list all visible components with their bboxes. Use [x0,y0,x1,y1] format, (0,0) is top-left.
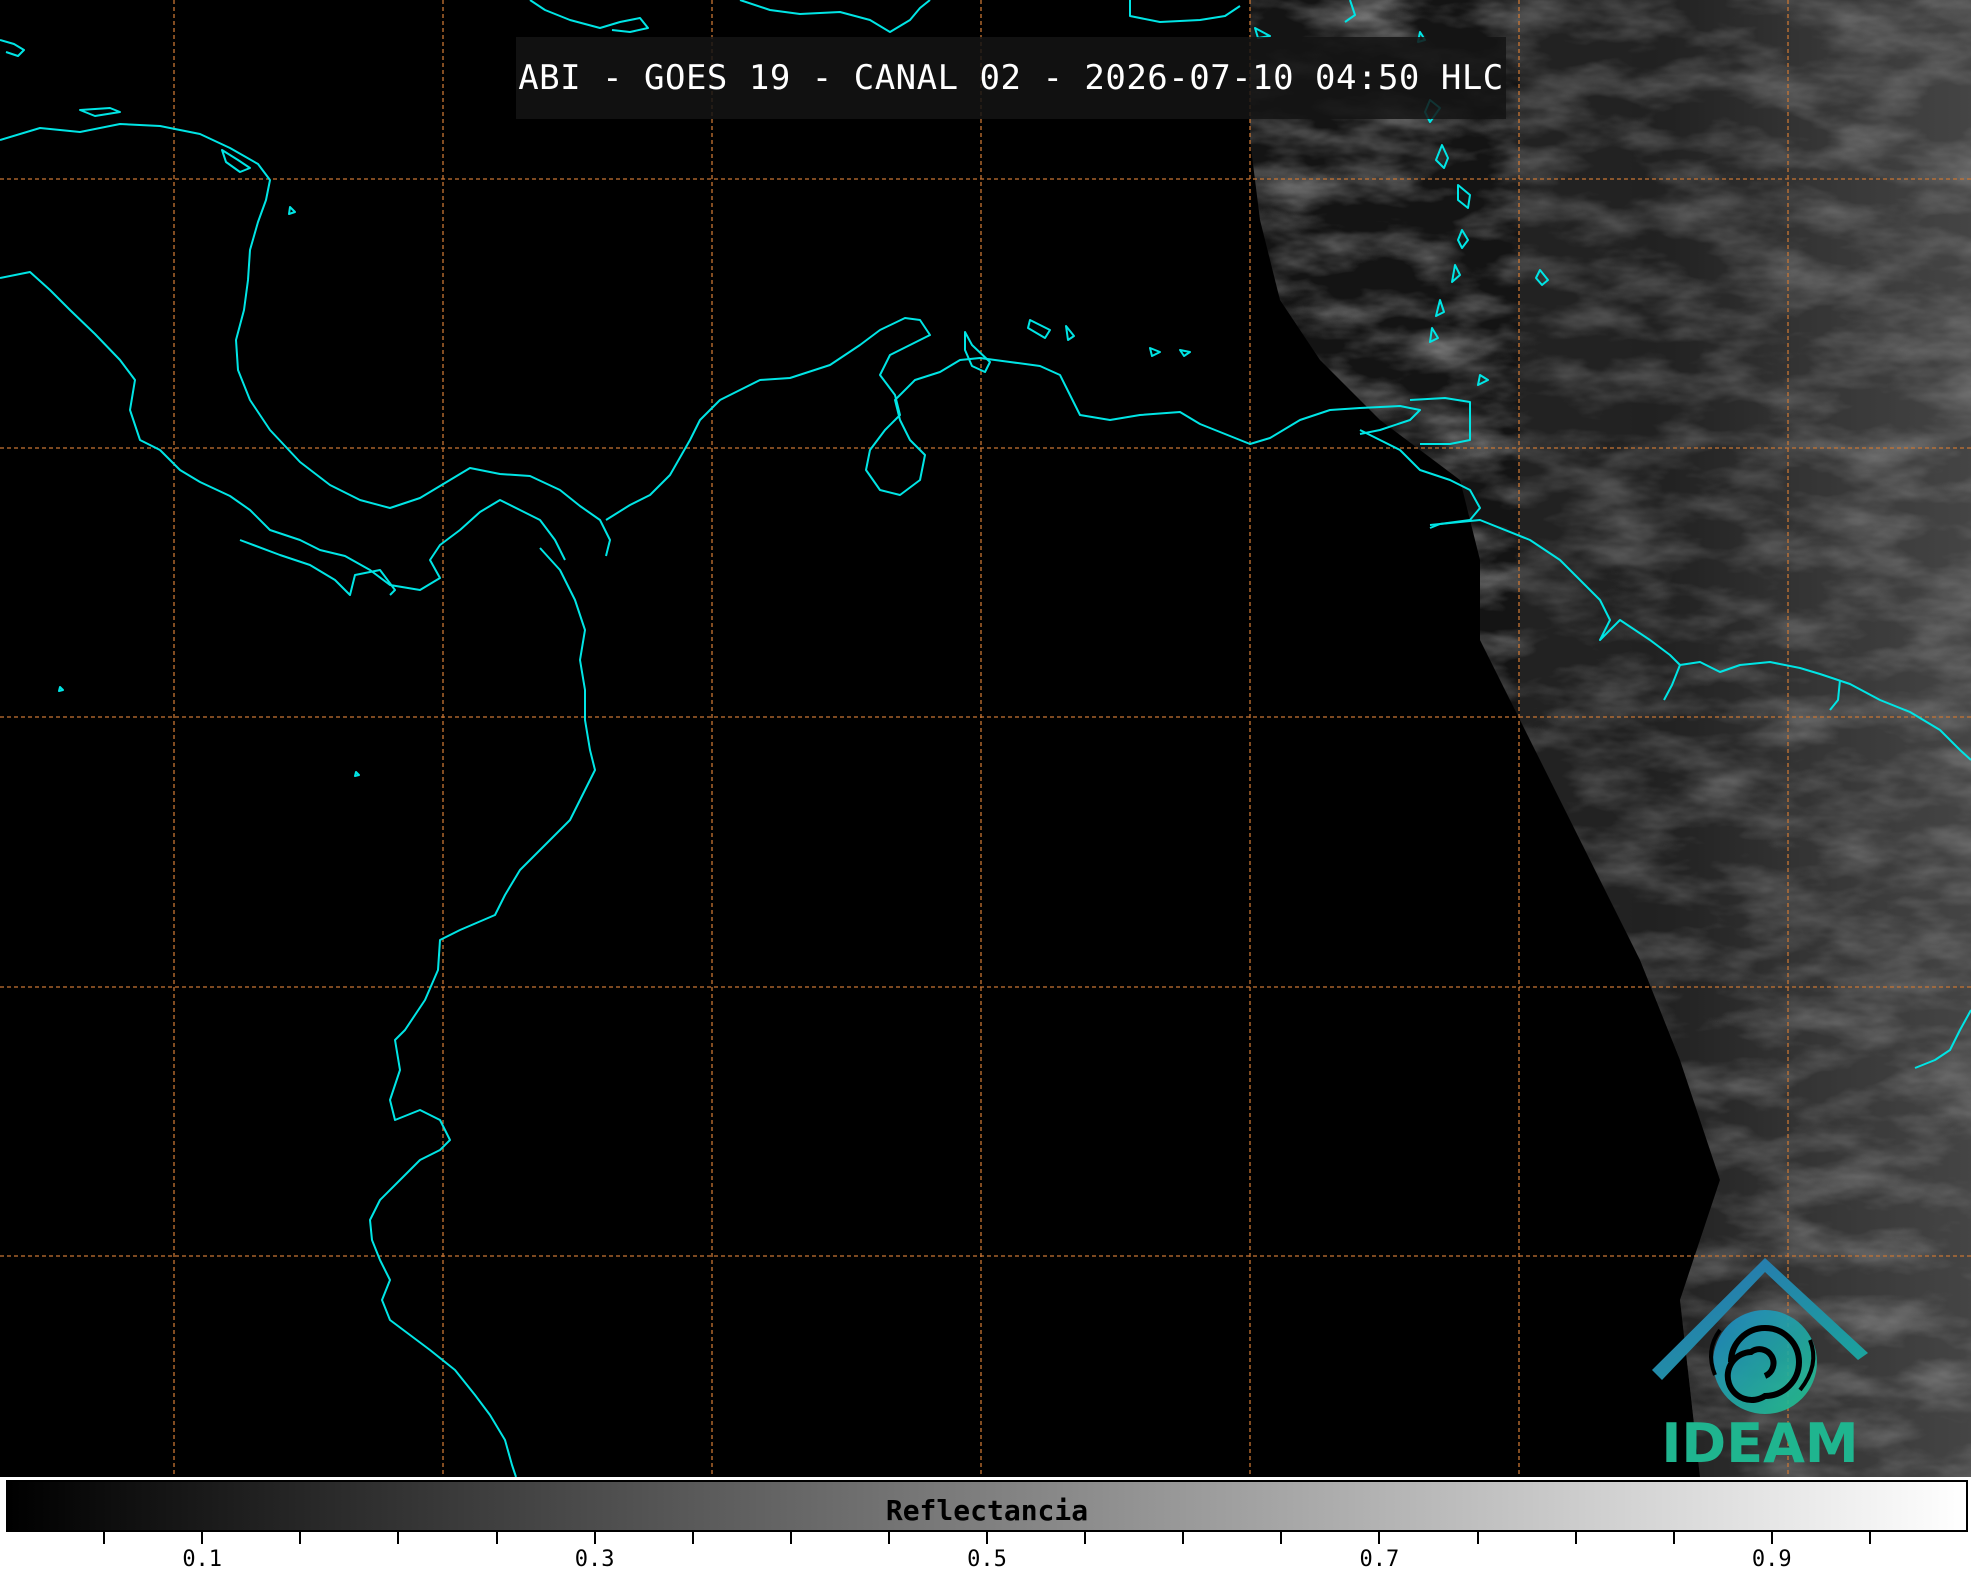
colorbar-tick-label: 0.9 [1751,1547,1792,1572]
colorbar-tick [1868,1532,1871,1544]
colorbar-tick [495,1532,498,1544]
colorbar-tick [887,1532,890,1544]
colorbar-tick-label: 0.1 [182,1547,223,1572]
colorbar-tick [103,1532,106,1544]
ideam-logo-icon [1652,1258,1868,1414]
colorbar-tick [299,1532,302,1544]
colorbar-tick [1084,1532,1087,1544]
colorbar-tick [1672,1532,1675,1544]
colorbar-tick [397,1532,400,1544]
colorbar-label: Reflectancia [885,1494,1089,1527]
colorbar-tick-label: 0.5 [967,1547,1007,1572]
colorbar-tick [1280,1532,1283,1544]
colorbar-tick [593,1532,596,1544]
colorbar-tick [691,1532,694,1544]
colorbar-tick [201,1532,204,1544]
colorbar: Reflectancia [6,1480,1968,1532]
colorbar-tick [1378,1532,1381,1544]
colorbar-tick [986,1532,988,1544]
ideam-logo: IDEAM [1640,1250,1880,1475]
colorbar-tick [1476,1532,1479,1544]
ideam-logo-text: IDEAM [1661,1412,1859,1475]
satellite-figure: ABI - GOES 19 - CANAL 02 - 2026-07-10 04… [0,0,1971,1577]
colorbar-tick-label: 0.3 [574,1547,615,1572]
colorbar-tick [1770,1532,1773,1544]
colorbar-tick [789,1532,792,1544]
colorbar-panel: Reflectancia 0.1 0.3 0.5 0.7 0.9 [0,1477,1971,1577]
colorbar-tick [1574,1532,1577,1544]
figure-title: ABI - GOES 19 - CANAL 02 - 2026-07-10 04… [516,37,1506,119]
colorbar-ticks: 0.1 0.3 0.5 0.7 0.9 [0,1532,1971,1577]
colorbar-tick [1182,1532,1185,1544]
colorbar-tick-label: 0.7 [1359,1547,1400,1572]
